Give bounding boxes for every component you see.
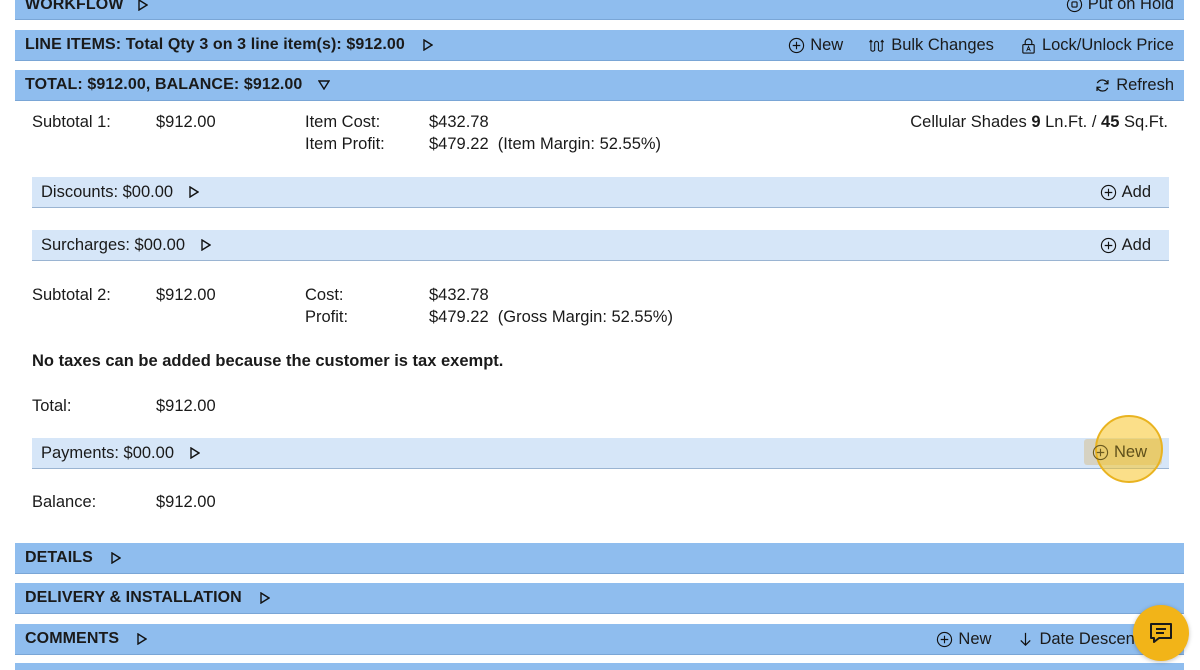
expand-triangle-icon[interactable] bbox=[190, 447, 200, 459]
item-cost-label: Item Cost: bbox=[305, 113, 381, 131]
total-label: Total: bbox=[32, 397, 72, 415]
payments-new-button[interactable]: New bbox=[1092, 443, 1147, 462]
profit-value: $479.22 (Gross Margin: 52.55%) bbox=[429, 308, 673, 326]
comments-section-bar[interactable]: COMMENTS New Date Descend bbox=[15, 624, 1184, 655]
plus-circle-icon bbox=[1100, 184, 1116, 200]
refresh-button[interactable]: Refresh bbox=[1094, 76, 1174, 95]
payments-label: Payments: $00.00 bbox=[41, 443, 174, 462]
details-title: DETAILS bbox=[25, 549, 93, 566]
expand-triangle-icon[interactable] bbox=[137, 0, 148, 11]
subtotal1-label: Subtotal 1: bbox=[32, 113, 111, 131]
plus-circle-icon bbox=[1092, 444, 1109, 461]
total-title: TOTAL: $912.00, BALANCE: $912.00 bbox=[25, 76, 303, 93]
surcharges-label: Surcharges: $00.00 bbox=[41, 235, 186, 254]
lock-unlock-label: Lock/Unlock Price bbox=[1041, 35, 1174, 54]
expand-triangle-icon[interactable] bbox=[260, 592, 270, 604]
line-items-section-bar[interactable]: LINE ITEMS: Total Qty 3 on 3 line item(s… bbox=[15, 30, 1184, 61]
refresh-icon bbox=[1096, 78, 1109, 92]
workflow-title: WORKFLOW bbox=[25, 0, 124, 13]
arrow-down-icon bbox=[1020, 632, 1032, 646]
sort-label: Date Descend bbox=[1039, 629, 1144, 648]
shades-suffix: Sq.Ft. bbox=[1119, 113, 1168, 131]
cellular-shades-summary: Cellular Shades 9 Ln.Ft. / 45 Sq.Ft. bbox=[910, 113, 1168, 132]
comments-title: COMMENTS bbox=[25, 630, 120, 647]
plus-circle-icon bbox=[1100, 237, 1116, 253]
add-label: Add bbox=[1121, 235, 1151, 254]
new-label: New bbox=[1114, 443, 1148, 461]
balance-value: $912.00 bbox=[156, 493, 216, 511]
delivery-title: DELIVERY & INSTALLATION bbox=[25, 589, 242, 606]
subtotal2-value: $912.00 bbox=[156, 286, 216, 304]
new-label: New bbox=[810, 35, 844, 54]
add-label: Add bbox=[1121, 182, 1151, 201]
shades-prefix: Cellular Shades bbox=[910, 113, 1032, 131]
shades-sqft: 45 bbox=[1101, 113, 1120, 131]
plus-circle-icon bbox=[937, 631, 953, 647]
discounts-label: Discounts: $00.00 bbox=[41, 182, 174, 201]
total-section-bar[interactable]: TOTAL: $912.00, BALANCE: $912.00 Refresh bbox=[15, 70, 1184, 101]
expand-triangle-icon[interactable] bbox=[137, 633, 148, 645]
put-on-hold-label: Put on Hold bbox=[1087, 0, 1174, 13]
refresh-label: Refresh bbox=[1116, 75, 1174, 94]
discounts-add-button[interactable]: Add bbox=[1100, 183, 1151, 202]
subtotal2-label: Subtotal 2: bbox=[32, 286, 111, 304]
cost-value: $432.78 bbox=[429, 286, 489, 304]
lock-unlock-price-button[interactable]: Lock/Unlock Price bbox=[1020, 36, 1174, 55]
surcharges-bar[interactable]: Surcharges: $00.00 Add bbox=[32, 230, 1169, 261]
expand-triangle-icon[interactable] bbox=[423, 39, 433, 51]
plus-circle-icon bbox=[789, 37, 805, 53]
details-section-bar[interactable]: DETAILS bbox=[15, 543, 1184, 574]
surcharges-add-button[interactable]: Add bbox=[1100, 236, 1151, 255]
new-label: New bbox=[958, 629, 992, 648]
pause-circle-icon bbox=[1066, 0, 1082, 13]
bulk-changes-label: Bulk Changes bbox=[891, 35, 994, 54]
cost-label: Cost: bbox=[305, 286, 344, 304]
expand-triangle-icon[interactable] bbox=[201, 239, 212, 251]
collapse-triangle-icon[interactable] bbox=[318, 80, 331, 90]
bulk-changes-button[interactable]: Bulk Changes bbox=[869, 36, 994, 55]
shades-mid: Ln.Ft. / bbox=[1040, 113, 1102, 131]
shades-lnft: 9 bbox=[1031, 113, 1041, 131]
chat-icon bbox=[1150, 623, 1172, 643]
lock-icon bbox=[1022, 37, 1035, 54]
comments-new-button[interactable]: New bbox=[936, 630, 991, 649]
bulk-arrows-icon bbox=[869, 38, 885, 52]
item-profit-label: Item Profit: bbox=[305, 135, 385, 153]
next-section-bar bbox=[15, 663, 1184, 670]
chat-widget-button[interactable] bbox=[1133, 605, 1189, 661]
total-value: $912.00 bbox=[156, 397, 216, 415]
balance-label: Balance: bbox=[32, 493, 97, 511]
line-items-new-button[interactable]: New bbox=[788, 36, 843, 55]
delivery-section-bar[interactable]: DELIVERY & INSTALLATION bbox=[15, 583, 1184, 614]
expand-triangle-icon[interactable] bbox=[111, 552, 121, 564]
put-on-hold-button[interactable]: Put on Hold bbox=[1066, 0, 1174, 14]
workflow-section-bar[interactable]: WORKFLOW Put on Hold bbox=[15, 0, 1184, 20]
payments-bar[interactable]: Payments: $00.00 bbox=[32, 438, 1169, 469]
expand-triangle-icon[interactable] bbox=[189, 186, 200, 198]
item-profit-value: $479.22 (Item Margin: 52.55%) bbox=[429, 135, 662, 153]
tax-exempt-note: No taxes can be added because the custom… bbox=[32, 352, 504, 370]
sort-date-button[interactable]: Date Descend bbox=[1017, 630, 1144, 649]
subtotal1-value: $912.00 bbox=[156, 113, 216, 131]
discounts-bar[interactable]: Discounts: $00.00 Add bbox=[32, 177, 1169, 208]
item-cost-value: $432.78 bbox=[429, 113, 489, 131]
line-items-title: LINE ITEMS: Total Qty 3 on 3 line item(s… bbox=[25, 36, 405, 53]
profit-label: Profit: bbox=[305, 308, 349, 326]
